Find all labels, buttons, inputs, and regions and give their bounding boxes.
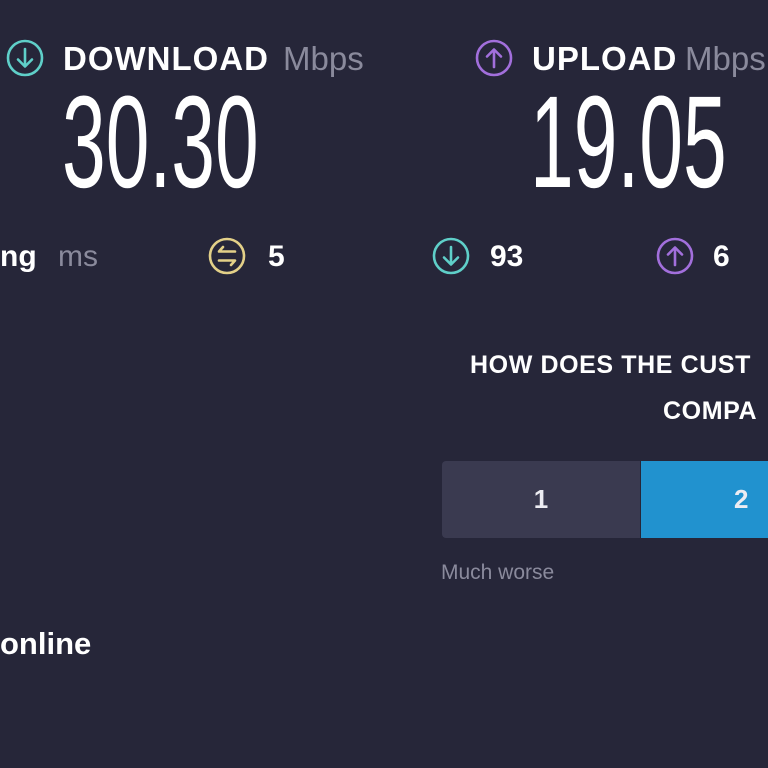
survey-question-line1: HOW DOES THE CUST xyxy=(470,351,752,379)
upload-latency-value: 6 xyxy=(713,240,730,273)
download-icon xyxy=(6,39,44,77)
connection-status: online xyxy=(0,626,92,661)
rating-low-label: Much worse xyxy=(441,561,555,584)
jitter-icon xyxy=(208,237,246,275)
download-latency-icon xyxy=(432,237,470,275)
rating-option-1[interactable]: 1 xyxy=(442,461,640,538)
ping-unit: ms xyxy=(58,240,98,273)
upload-icon xyxy=(475,39,513,77)
rating-option-1-label: 1 xyxy=(533,484,549,514)
download-latency-value: 93 xyxy=(490,240,524,273)
ping-label: ng xyxy=(0,240,37,273)
rating-option-2[interactable]: 2 xyxy=(641,461,768,538)
jitter-value: 5 xyxy=(268,240,285,273)
upload-speed-value: 19.05 xyxy=(530,68,727,215)
download-unit: Mbps xyxy=(283,40,364,77)
survey-question-line2: COMPA xyxy=(663,397,758,425)
download-speed-value: 30.30 xyxy=(62,68,259,215)
upload-latency-icon xyxy=(656,237,694,275)
rating-option-2-label: 2 xyxy=(734,484,749,514)
